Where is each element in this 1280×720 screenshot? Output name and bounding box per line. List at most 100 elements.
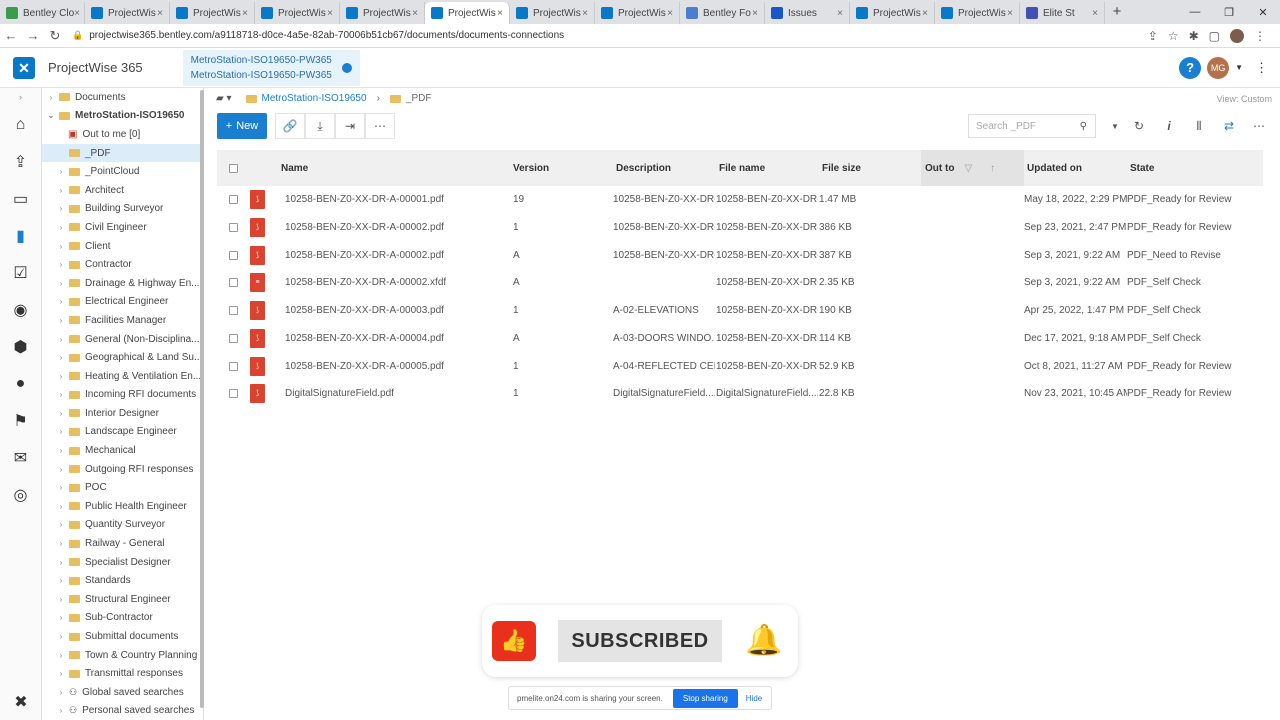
tree-node-folder[interactable]: › Public Health Engineer bbox=[42, 497, 203, 516]
table-row[interactable]: ⟆ DigitalSignatureField.pdf 1 DigitalSignat… bbox=[217, 380, 1263, 408]
tree-node-folder[interactable]: › Structural Engineer bbox=[42, 590, 203, 609]
col-version[interactable]: Version bbox=[513, 163, 549, 174]
col-updated[interactable]: Updated on bbox=[1027, 163, 1082, 174]
sidebar-icon[interactable]: ▢ bbox=[1209, 29, 1220, 43]
close-tab-icon[interactable]: × bbox=[1092, 8, 1098, 19]
browser-tab[interactable]: ProjectWis × bbox=[935, 2, 1020, 24]
expand-icon[interactable]: › bbox=[56, 260, 66, 269]
browser-tab[interactable]: ProjectWis × bbox=[425, 2, 510, 24]
url-field[interactable]: 🔒 projectwise365.bentley.com/a9118718-d0… bbox=[72, 30, 1148, 41]
expand-icon[interactable]: › bbox=[56, 242, 66, 251]
tree-node-folder[interactable]: › Facilities Manager bbox=[42, 311, 203, 330]
tasks-check-icon[interactable]: ☑ bbox=[0, 254, 41, 291]
back-icon[interactable]: ← bbox=[0, 28, 22, 43]
documents-icon[interactable]: ▮ bbox=[0, 217, 41, 254]
home-icon[interactable]: › bbox=[0, 88, 41, 106]
sort-up-icon[interactable]: ↑ bbox=[990, 163, 995, 174]
tree-node-folder[interactable]: › General (Non-Disciplina... bbox=[42, 330, 203, 349]
row-checkbox[interactable] bbox=[229, 361, 238, 371]
breadcrumb-project[interactable]: MetroStation-ISO19650 bbox=[262, 93, 367, 104]
browser-tab[interactable]: ProjectWis × bbox=[255, 2, 340, 24]
expand-icon[interactable]: › bbox=[56, 167, 66, 176]
col-out-to-cell[interactable]: Out to ▽ ↑ bbox=[921, 150, 1024, 186]
browser-tab[interactable]: ProjectWis × bbox=[510, 2, 595, 24]
table-row[interactable]: ⟆ 10258-BEN-Z0-XX-DR-A-00001.pdf 19 10258-B… bbox=[217, 186, 1263, 214]
col-name[interactable]: Name bbox=[281, 163, 308, 174]
browser-tab[interactable]: ProjectWis × bbox=[340, 2, 425, 24]
browser-tab[interactable]: ProjectWis × bbox=[595, 2, 680, 24]
new-tab-button[interactable]: + bbox=[1105, 2, 1129, 24]
minimize-icon[interactable]: — bbox=[1178, 6, 1212, 18]
tree-node-folder[interactable]: › Standards bbox=[42, 571, 203, 590]
expand-icon[interactable]: › bbox=[56, 409, 66, 418]
expand-icon[interactable]: › bbox=[56, 446, 66, 455]
close-window-icon[interactable]: ✕ bbox=[1246, 6, 1280, 19]
expand-icon[interactable]: › bbox=[56, 427, 66, 436]
tree-node-folder[interactable]: › Specialist Designer bbox=[42, 553, 203, 572]
download-icon[interactable]: ⤓ bbox=[305, 113, 335, 139]
new-button[interactable]: + New bbox=[217, 113, 267, 139]
expand-icon[interactable]: › bbox=[56, 613, 66, 622]
expand-icon[interactable]: › bbox=[56, 372, 66, 381]
browser-menu-icon[interactable]: ⋮ bbox=[1254, 29, 1266, 43]
table-row[interactable]: ⟆ 10258-BEN-Z0-XX-DR-A-00002.pdf 1 10258-BE… bbox=[217, 214, 1263, 242]
expand-icon[interactable]: › bbox=[56, 706, 66, 715]
expand-icon[interactable]: › bbox=[46, 93, 56, 102]
tree-node-folder[interactable]: › Contractor bbox=[42, 255, 203, 274]
issues-icon[interactable]: ● bbox=[0, 365, 41, 402]
cell-name[interactable]: DigitalSignatureField.pdf bbox=[285, 388, 505, 399]
search-icon[interactable]: ⚲ bbox=[1080, 121, 1087, 132]
browser-tab[interactable]: ProjectWis × bbox=[85, 2, 170, 24]
tree-node-global-searches[interactable]: › ⚇ Global saved searches bbox=[42, 683, 203, 702]
search-options-chevron-icon[interactable]: ▼ bbox=[1106, 113, 1124, 139]
cell-name[interactable]: 10258-BEN-Z0-XX-DR-A-00002.pdf bbox=[285, 250, 505, 261]
context-info-icon[interactable] bbox=[341, 62, 352, 73]
tree-node-folder[interactable]: › Interior Designer bbox=[42, 404, 203, 423]
tree-node-folder[interactable]: › Quantity Surveyor bbox=[42, 516, 203, 535]
collapse-icon[interactable]: ⌄ bbox=[46, 111, 56, 120]
expand-icon[interactable]: › bbox=[56, 316, 66, 325]
browser-tab[interactable]: Elite St × bbox=[1020, 2, 1105, 24]
table-row[interactable]: ⟆ 10258-BEN-Z0-XX-DR-A-00003.pdf 1 A-02-ELE… bbox=[217, 297, 1263, 325]
search-input[interactable]: Search _PDF ⚲ bbox=[968, 114, 1096, 138]
expand-icon[interactable]: › bbox=[56, 390, 66, 399]
close-tab-icon[interactable]: × bbox=[837, 8, 843, 19]
link-icon[interactable]: 🔗 bbox=[275, 113, 305, 139]
tree-node-folder[interactable]: › Sub-Contractor bbox=[42, 609, 203, 628]
tree-node-folder[interactable]: › Town & Country Planning bbox=[42, 646, 203, 665]
tree-node-folder[interactable]: › Civil Engineer bbox=[42, 218, 203, 237]
profile-avatar[interactable] bbox=[1230, 28, 1244, 43]
filter-icon[interactable]: ▽ bbox=[964, 163, 972, 174]
row-checkbox[interactable] bbox=[229, 306, 238, 316]
select-all-checkbox[interactable] bbox=[229, 163, 238, 173]
close-tab-icon[interactable]: × bbox=[667, 8, 673, 19]
row-checkbox[interactable] bbox=[229, 278, 238, 288]
model-cube-icon[interactable]: ⬢ bbox=[0, 328, 41, 365]
expand-icon[interactable]: › bbox=[56, 297, 66, 306]
refresh-icon[interactable]: ↻ bbox=[1124, 113, 1154, 139]
col-state[interactable]: State bbox=[1130, 163, 1154, 174]
stop-sharing-button[interactable]: Stop sharing bbox=[672, 688, 738, 708]
browser-tab[interactable]: Bentley Fo × bbox=[680, 2, 765, 24]
tools-icon[interactable]: ✖ bbox=[0, 683, 42, 720]
row-checkbox[interactable] bbox=[229, 195, 238, 205]
extensions-icon[interactable]: ✱ bbox=[1189, 29, 1199, 43]
folder-menu-icon[interactable]: ▰ ▾ bbox=[216, 93, 232, 104]
expand-icon[interactable]: › bbox=[56, 688, 66, 697]
tree-node-selected[interactable]: _PDF bbox=[42, 143, 203, 163]
tree-node-folder[interactable]: › Submittal documents bbox=[42, 627, 203, 646]
user-avatar[interactable]: MG bbox=[1207, 56, 1230, 79]
close-tab-icon[interactable]: × bbox=[157, 8, 163, 19]
help-button[interactable]: ? bbox=[1179, 56, 1202, 79]
restore-icon[interactable]: ❐ bbox=[1212, 6, 1246, 19]
cell-name[interactable]: 10258-BEN-Z0-XX-DR-A-00003.pdf bbox=[285, 305, 505, 316]
row-checkbox[interactable] bbox=[229, 333, 238, 343]
cell-name[interactable]: 10258-BEN-Z0-XX-DR-A-00001.pdf bbox=[285, 194, 505, 205]
close-tab-icon[interactable]: × bbox=[74, 8, 80, 19]
expand-icon[interactable]: › bbox=[56, 223, 66, 232]
expand-icon[interactable]: › bbox=[56, 483, 66, 492]
tree-scrollbar[interactable] bbox=[200, 90, 204, 708]
review-eye-icon[interactable]: ◉ bbox=[0, 291, 41, 328]
move-icon[interactable]: ⇥ bbox=[335, 113, 365, 139]
view-custom-label[interactable]: View: Custom bbox=[1217, 94, 1272, 104]
